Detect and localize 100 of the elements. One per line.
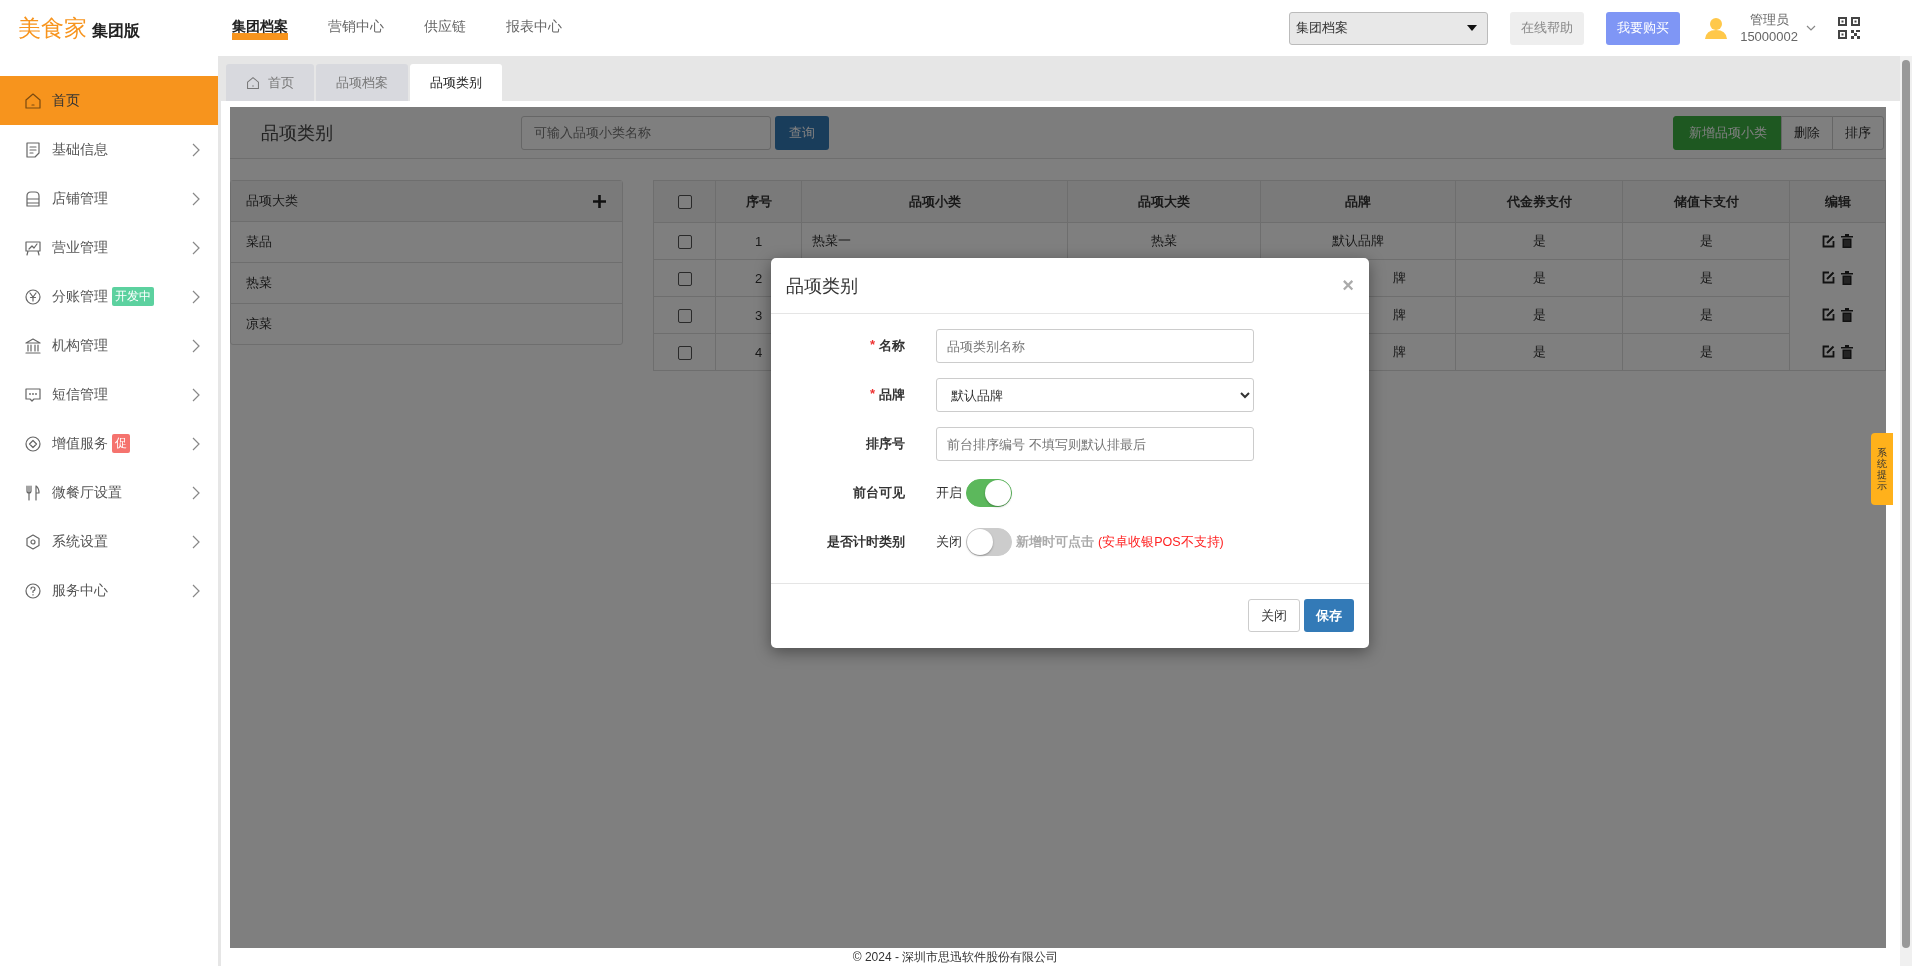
scrollbar[interactable] — [1902, 60, 1910, 948]
table-cell: 热菜 — [1151, 233, 1177, 248]
brand-select[interactable]: 默认品牌 — [936, 378, 1254, 412]
category-item[interactable]: 菜品 — [231, 222, 622, 263]
trash-icon[interactable] — [1841, 307, 1853, 322]
table-cell: 是 — [1699, 344, 1713, 359]
checkbox[interactable] — [677, 271, 692, 286]
field-label: 名称 — [879, 337, 905, 355]
column-header: 品项大类 — [1067, 180, 1261, 223]
sidebar-item[interactable]: 微餐厅设置 — [0, 468, 218, 517]
panel-title: 品项大类 — [246, 192, 298, 210]
edit-icon[interactable] — [1822, 345, 1835, 358]
module-dropdown[interactable]: 集团档案 — [1289, 11, 1489, 45]
action-button[interactable]: 删除 — [1781, 115, 1833, 150]
table-cell: 2 — [754, 270, 763, 286]
edit-icon[interactable] — [1822, 271, 1835, 284]
sidebar-item[interactable]: 基础信息 — [0, 125, 218, 174]
trash-icon[interactable] — [1841, 270, 1853, 285]
action-button[interactable]: 排序 — [1832, 115, 1884, 150]
sidebar-item[interactable]: 首页 — [0, 76, 218, 125]
page-tab[interactable]: 品项类别 — [410, 64, 502, 101]
table-cell: 牌 — [1393, 307, 1406, 322]
input-field[interactable]: 前台排序编号 不填写则默认排最后 — [936, 427, 1254, 461]
column-header: 序号 — [715, 180, 802, 223]
dialog-title: 品项类别 — [786, 274, 858, 298]
add-icon[interactable] — [593, 194, 606, 208]
switch-state: 关闭 — [936, 533, 962, 551]
table-cell: 是 — [1699, 307, 1713, 322]
category-item[interactable]: 凉菜 — [231, 304, 622, 344]
sidebar-item[interactable]: 增值服务 促 — [0, 419, 218, 468]
status-badge: 促 — [112, 434, 130, 453]
table-cell: 是 — [1699, 233, 1713, 248]
table-cell: 默认品牌 — [1332, 233, 1384, 248]
checkbox[interactable] — [677, 308, 692, 323]
table-cell: 1 — [754, 233, 763, 249]
easel-icon — [24, 238, 42, 257]
field-label: 品牌 — [879, 386, 905, 404]
status-badge: 开发中 — [112, 287, 154, 306]
warning-text: (安卓收银POS不支持) — [1098, 533, 1224, 551]
close-button[interactable]: 关闭 — [1248, 599, 1300, 632]
toggle-switch[interactable] — [966, 528, 1012, 556]
field-label: 排序号 — [866, 435, 905, 453]
table-cell: 4 — [754, 344, 763, 360]
notice-tab[interactable]: 系统提示 — [1871, 433, 1893, 505]
edit-icon[interactable] — [1822, 234, 1835, 248]
input-field[interactable]: 品项类别名称 — [936, 329, 1254, 363]
document-icon — [24, 140, 42, 159]
nav-tab[interactable]: 报表中心 — [506, 16, 562, 40]
table-cell: 牌 — [1393, 270, 1406, 285]
column-header: 储值卡支付 — [1622, 180, 1790, 223]
sidebar-item[interactable]: 营业管理 — [0, 223, 218, 272]
user-role: 管理员 — [1749, 11, 1789, 28]
column-header: 代金券支付 — [1455, 180, 1623, 223]
question-icon — [24, 581, 42, 600]
sidebar-item[interactable]: 分账管理 开发中 — [0, 272, 218, 321]
column-header: 品牌 — [1260, 180, 1456, 223]
column-header: 编辑 — [1789, 180, 1886, 223]
sidebar-item[interactable]: 机构管理 — [0, 321, 218, 370]
sidebar-item[interactable]: 店铺管理 — [0, 174, 218, 223]
qr-code-icon[interactable] — [1838, 17, 1860, 39]
table-cell: 是 — [1532, 270, 1546, 285]
chat-icon — [24, 385, 42, 404]
building-icon — [24, 336, 42, 355]
hint-text: 新增时可点击 — [1016, 533, 1094, 551]
sidebar-item[interactable]: 短信管理 — [0, 370, 218, 419]
required-mark: * — [869, 337, 875, 354]
search-field[interactable]: 可输入品项小类名称 — [521, 115, 771, 150]
sidebar-item[interactable]: 系统设置 — [0, 517, 218, 566]
page-tab[interactable]: 首页 — [226, 64, 314, 101]
sidebar-item[interactable]: 服务中心 — [0, 566, 218, 615]
caret-icon — [1467, 25, 1478, 31]
nav-tab[interactable]: 营销中心 — [328, 16, 384, 40]
required-mark: * — [869, 386, 875, 403]
user-account: 15000002 — [1740, 28, 1798, 45]
table-cell: 是 — [1532, 233, 1546, 248]
checkbox[interactable] — [677, 345, 692, 360]
page-tab[interactable]: 品项档案 — [316, 64, 408, 101]
page-title: 品项类别 — [261, 121, 334, 145]
trash-icon[interactable] — [1841, 344, 1853, 359]
home-icon — [24, 91, 42, 110]
trash-icon[interactable] — [1841, 234, 1853, 248]
checkbox[interactable] — [677, 195, 692, 210]
yuan-coin-icon — [24, 287, 42, 306]
checkbox[interactable] — [677, 234, 692, 249]
field-label: 是否计时类别 — [827, 533, 905, 551]
user-avatar-icon — [1704, 17, 1729, 39]
table-cell: 是 — [1699, 270, 1713, 285]
nav-tab[interactable]: 供应链 — [424, 16, 466, 40]
copyright-text: © 2024 - 深圳市思迅软件股份有限公司 — [852, 948, 1059, 966]
field-label: 前台可见 — [853, 484, 905, 502]
save-button[interactable]: 保存 — [1304, 599, 1354, 632]
switch-state: 开启 — [936, 484, 962, 502]
table-cell: 是 — [1532, 307, 1546, 322]
chevron-down-icon[interactable] — [1806, 25, 1816, 31]
help-button[interactable]: 在线帮助 — [1510, 11, 1585, 45]
toggle-switch[interactable] — [966, 479, 1012, 507]
category-item[interactable]: 热菜 — [231, 263, 622, 304]
nav-tab[interactable]: 集团档案 — [232, 16, 288, 40]
edit-icon[interactable] — [1822, 308, 1835, 321]
home-icon — [246, 75, 260, 90]
